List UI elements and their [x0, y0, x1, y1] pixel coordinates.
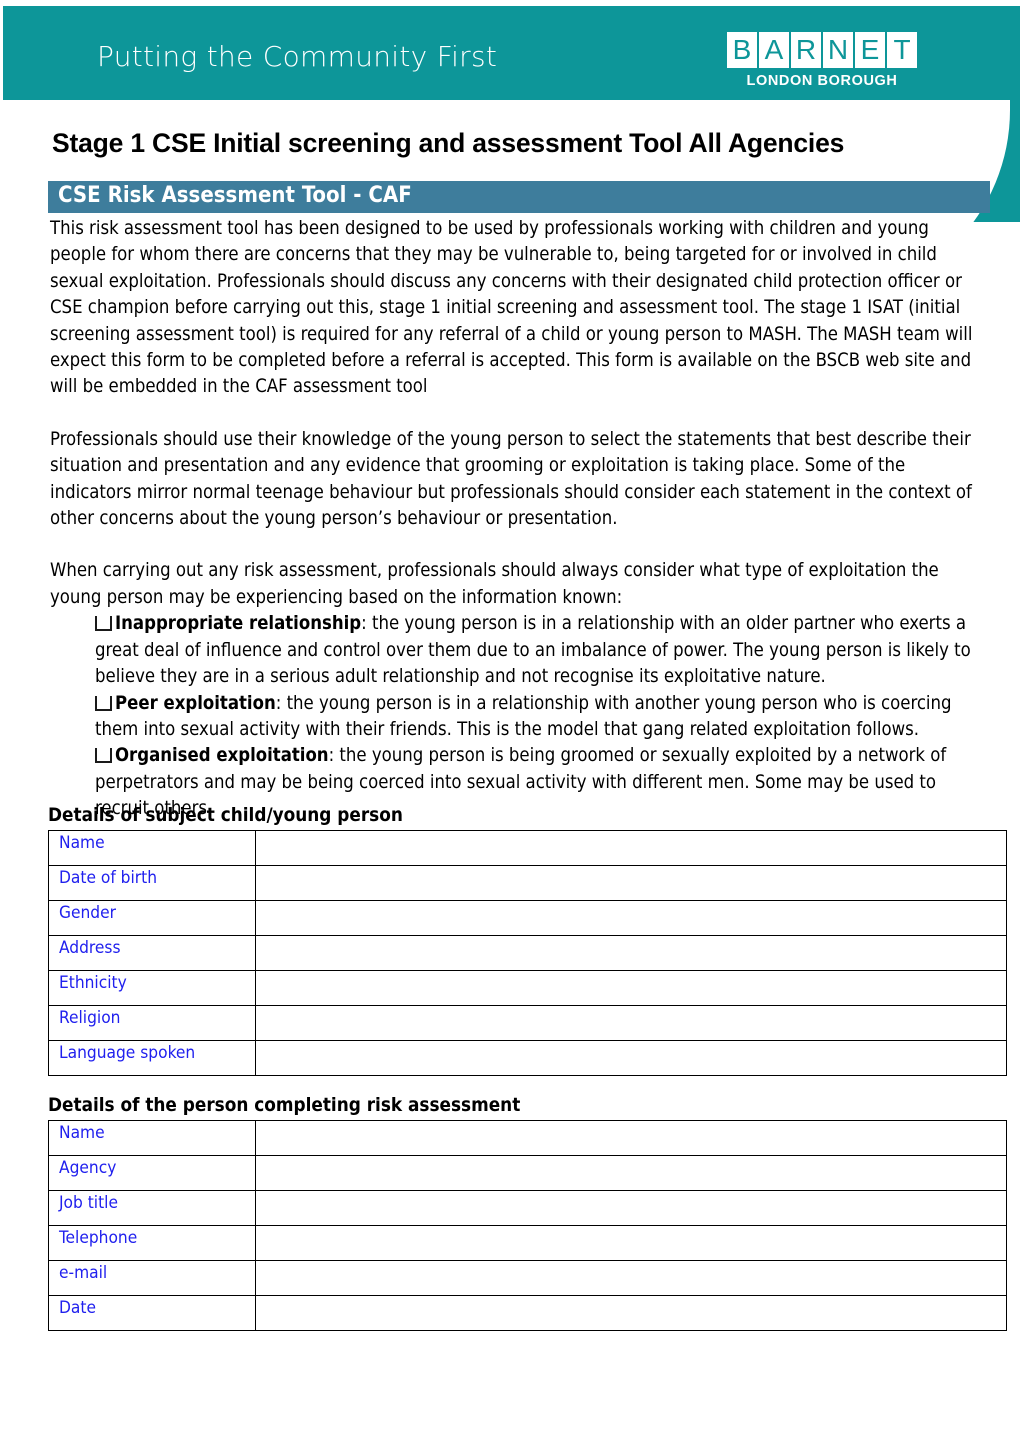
section-header-bar: CSE Risk Assessment Tool - CAF — [48, 181, 990, 213]
row-value-name[interactable] — [255, 830, 1007, 866]
logo-letter-a: A — [759, 32, 789, 68]
row-value-telephone[interactable] — [255, 1225, 1007, 1261]
exploitation-type-list: Inappropriate relationship: the young pe… — [50, 611, 985, 822]
row-value-agency[interactable] — [255, 1155, 1007, 1191]
header-tagline: Putting the Community First — [97, 40, 498, 73]
assessor-details-heading: Details of the person completing risk as… — [48, 1095, 521, 1116]
subject-details-block: Details of subject child/young person Na… — [48, 805, 1007, 1076]
table-row: Date of birth — [48, 865, 1007, 901]
logo-letter-r: R — [791, 32, 821, 68]
table-row: e-mail — [48, 1260, 1007, 1296]
row-label-religion: Religion — [48, 1005, 256, 1041]
table-row: Gender — [48, 900, 1007, 936]
table-row: Name — [48, 1120, 1007, 1156]
row-value-gender[interactable] — [255, 900, 1007, 936]
row-label-gender: Gender — [48, 900, 256, 936]
row-label-language-spoken: Language spoken — [48, 1040, 256, 1076]
intro-paragraph-1: This risk assessment tool has been desig… — [50, 218, 973, 398]
row-value-assessor-name[interactable] — [255, 1120, 1007, 1156]
table-row: Telephone — [48, 1225, 1007, 1261]
square-bullet-icon — [95, 748, 112, 764]
square-bullet-icon — [95, 616, 112, 632]
row-value-date[interactable] — [255, 1295, 1007, 1331]
barnet-logo-letters: B A R N E T — [727, 32, 917, 68]
logo-letter-b: B — [727, 32, 757, 68]
row-value-language-spoken[interactable] — [255, 1040, 1007, 1076]
logo-letter-t: T — [887, 32, 917, 68]
row-label-name: Name — [48, 830, 256, 866]
row-label-telephone: Telephone — [48, 1225, 256, 1261]
table-row: Address — [48, 935, 1007, 971]
row-label-job-title: Job title — [48, 1190, 256, 1226]
barnet-logo: B A R N E T LONDON BOROUGH — [727, 32, 917, 89]
page-title: Stage 1 CSE Initial screening and assess… — [52, 128, 845, 158]
subject-details-table: Name Date of birth Gender Address Ethnic… — [48, 830, 1007, 1076]
row-label-agency: Agency — [48, 1155, 256, 1191]
row-value-date-of-birth[interactable] — [255, 865, 1007, 901]
bullet-term: Peer exploitation — [115, 692, 276, 714]
row-label-ethnicity: Ethnicity — [48, 970, 256, 1006]
bullet-term: Inappropriate relationship — [115, 613, 362, 635]
subject-details-heading: Details of subject child/young person — [48, 805, 403, 826]
row-value-address[interactable] — [255, 935, 1007, 971]
table-row: Agency — [48, 1155, 1007, 1191]
row-label-address: Address — [48, 935, 256, 971]
table-row: Name — [48, 830, 1007, 866]
row-value-email[interactable] — [255, 1260, 1007, 1296]
logo-letter-n: N — [823, 32, 853, 68]
assessor-details-table: Name Agency Job title Telephone e-mail D… — [48, 1120, 1007, 1331]
barnet-logo-subtitle: LONDON BOROUGH — [746, 73, 898, 89]
section-header-label: CSE Risk Assessment Tool - CAF — [58, 183, 412, 208]
row-label-date-of-birth: Date of birth — [48, 865, 256, 901]
list-item: Inappropriate relationship: the young pe… — [50, 611, 985, 690]
row-value-job-title[interactable] — [255, 1190, 1007, 1226]
table-row: Date — [48, 1295, 1007, 1331]
table-row: Job title — [48, 1190, 1007, 1226]
table-row: Ethnicity — [48, 970, 1007, 1006]
row-value-ethnicity[interactable] — [255, 970, 1007, 1006]
row-value-religion[interactable] — [255, 1005, 1007, 1041]
assessor-details-block: Details of the person completing risk as… — [48, 1095, 1007, 1331]
intro-paragraph-2: Professionals should use their knowledge… — [50, 428, 972, 530]
document-body: This risk assessment tool has been desig… — [50, 216, 985, 823]
square-bullet-icon — [95, 695, 112, 711]
table-row: Religion — [48, 1005, 1007, 1041]
bullet-term: Organised exploitation — [115, 745, 329, 767]
row-label-assessor-name: Name — [48, 1120, 256, 1156]
row-label-date: Date — [48, 1295, 256, 1331]
table-row: Language spoken — [48, 1040, 1007, 1076]
intro-paragraph-3: When carrying out any risk assessment, p… — [50, 560, 939, 608]
row-label-email: e-mail — [48, 1260, 256, 1296]
logo-letter-e: E — [855, 32, 885, 68]
list-item: Peer exploitation: the young person is i… — [50, 691, 985, 744]
